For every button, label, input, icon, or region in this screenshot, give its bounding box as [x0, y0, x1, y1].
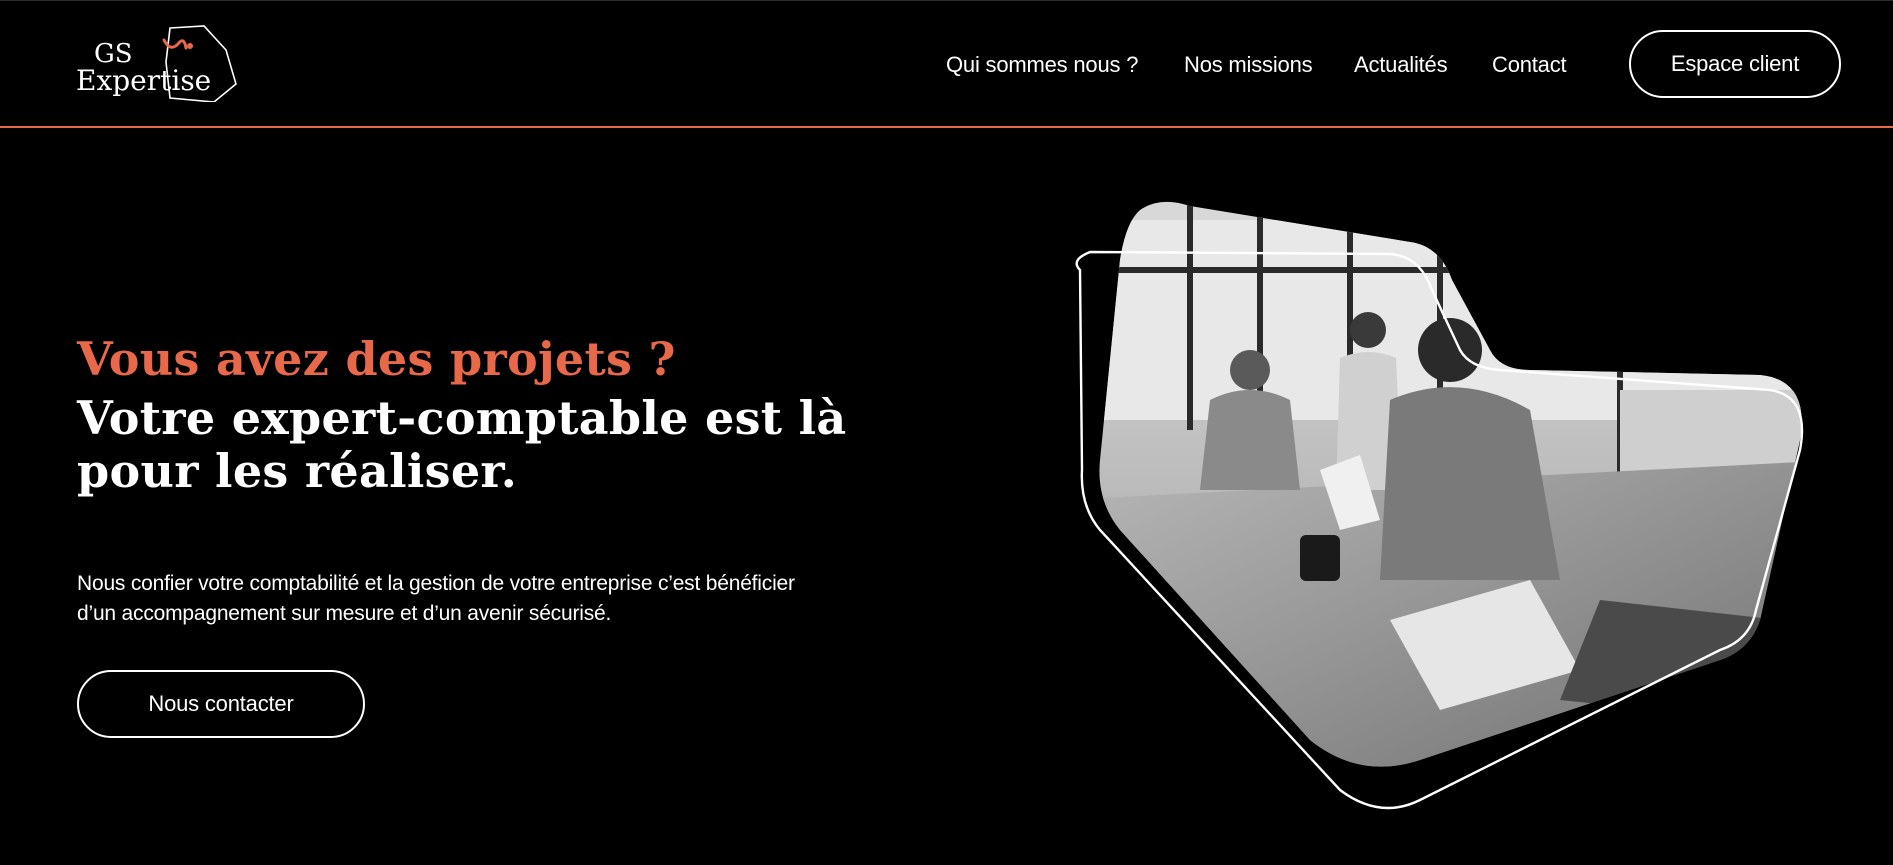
brand-logo[interactable]: GS Expertise	[74, 22, 242, 102]
contact-button[interactable]: Nous contacter	[77, 670, 365, 738]
nav-item-nos-missions[interactable]: Nos missions	[1184, 52, 1313, 78]
meeting-photo-icon	[1075, 201, 1804, 810]
logo-icon: GS Expertise	[76, 25, 237, 102]
nav-item-qui-sommes-nous[interactable]: Qui sommes nous ?	[946, 52, 1138, 78]
hero-headline-accent: Vous avez des projets ?	[77, 332, 676, 386]
hero-description: Nous confier votre comptabilité et la ge…	[77, 572, 795, 625]
hero-headline-main: Votre expert-comptable est là pour les r…	[77, 391, 847, 498]
logo-text-line2: Expertise	[76, 64, 211, 97]
nav-item-contact[interactable]: Contact	[1492, 52, 1567, 78]
hero-image	[1060, 200, 1840, 810]
espace-client-button[interactable]: Espace client	[1629, 30, 1841, 98]
hero-text: Vous avez des projets ? Votre expert-com…	[77, 330, 937, 498]
nav-item-actualites[interactable]: Actualités	[1354, 52, 1448, 78]
site-header: GS Expertise Qui sommes nous ? Nos missi…	[0, 0, 1893, 128]
